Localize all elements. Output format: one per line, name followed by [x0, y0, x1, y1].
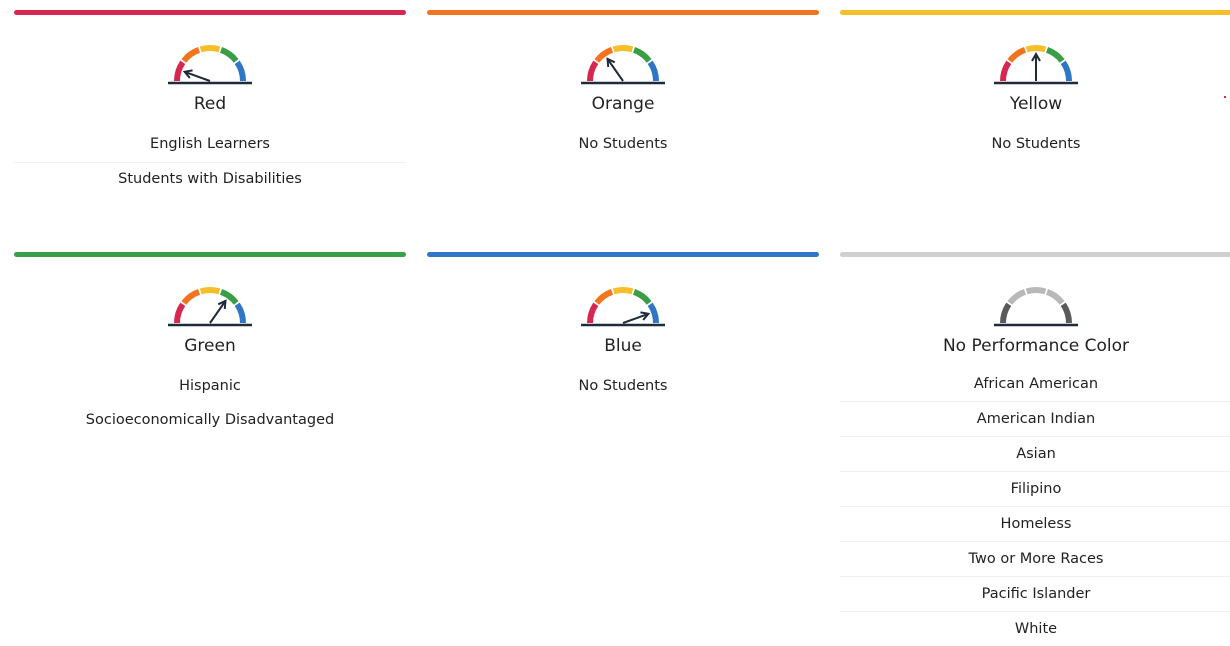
performance-level-title: Yellow: [1009, 94, 1063, 114]
student-group-list: English Learners Students with Disabilit…: [14, 135, 406, 197]
gauge-segment: [1060, 60, 1072, 82]
student-group-item: Hispanic: [179, 378, 241, 394]
student-group-item: No Students: [578, 136, 668, 152]
performance-level-title: Blue: [604, 336, 642, 356]
gauge-segment: [1000, 60, 1012, 82]
performance-level-title: Orange: [591, 94, 655, 114]
student-group-item: Pacific Islander: [840, 577, 1230, 612]
student-group-item: Socioeconomically Disadvantaged: [85, 412, 335, 428]
student-group-item: Asian: [840, 437, 1230, 472]
gauge-segment: [612, 45, 634, 53]
performance-level-title: No Performance Color: [942, 336, 1130, 356]
gauge-segment: [234, 60, 246, 82]
performance-gauge-icon: [994, 45, 1078, 85]
student-group-item: American Indian: [840, 402, 1230, 437]
student-group-item: No Students: [991, 136, 1081, 152]
gauge-segment: [1025, 287, 1047, 295]
gauge-segment: [1060, 302, 1072, 324]
gauge-segment: [174, 60, 186, 82]
gauge-segment: [174, 302, 186, 324]
scan-speck: [1224, 96, 1226, 98]
performance-gauge-icon: [168, 287, 252, 327]
gauge-segment: [199, 287, 221, 295]
color-bar: [427, 10, 819, 15]
student-group-item: English Learners: [14, 135, 406, 163]
student-group-item: African American: [840, 375, 1230, 402]
student-group-item: Two or More Races: [840, 542, 1230, 577]
performance-gauge-icon: [168, 45, 252, 85]
student-group-item: Students with Disabilities: [118, 171, 302, 187]
gauge-segment: [1007, 289, 1027, 305]
gauge-segment: [1000, 302, 1012, 324]
gauge-segment: [1007, 47, 1027, 63]
gauge-segment: [587, 60, 599, 82]
gauge-segment: [1025, 45, 1047, 53]
card-orange: Orange No Students: [427, 10, 819, 162]
student-group-item: Filipino: [840, 472, 1230, 507]
color-bar: [14, 10, 406, 15]
student-group-item: Homeless: [840, 507, 1230, 542]
performance-gauge-icon: [581, 45, 665, 85]
gauge-segment: [234, 302, 246, 324]
gauge-segment: [181, 289, 201, 305]
student-group-list: No Students: [840, 135, 1230, 162]
gauge-segment: [219, 47, 239, 63]
gauge-needle: [209, 300, 227, 324]
gauge-segment: [1045, 289, 1065, 305]
student-group-list: African American American Indian Asian F…: [840, 375, 1230, 646]
gauge-needle: [606, 58, 624, 82]
performance-level-title: Green: [184, 336, 236, 356]
student-group-list: No Students: [427, 377, 819, 404]
gauge-segment: [199, 45, 221, 53]
card-red: Red English Learners Students with Disab…: [14, 10, 406, 197]
color-bar: [427, 252, 819, 257]
gauge-segment: [612, 287, 634, 295]
color-bar: [840, 252, 1230, 257]
student-group-list: Hispanic Socioeconomically Disadvantaged: [14, 377, 406, 438]
gauge-segment: [632, 47, 652, 63]
student-group-item: No Students: [578, 378, 668, 394]
student-group-item: White: [1014, 621, 1058, 637]
card-blue: Blue No Students: [427, 252, 819, 404]
gray-gauge-icon: [994, 287, 1078, 327]
gauge-segment: [1045, 47, 1065, 63]
gauge-segment: [632, 289, 652, 305]
color-bar: [840, 10, 1230, 15]
gauge-segment: [587, 302, 599, 324]
gauge-segment: [647, 302, 659, 324]
card-no-performance-color: No Performance Color African American Am…: [840, 252, 1230, 646]
student-group-list: No Students: [427, 135, 819, 162]
color-bar: [14, 252, 406, 257]
gauge-segment: [594, 289, 614, 305]
card-yellow: Yellow No Students: [840, 10, 1230, 162]
gauge-segment: [647, 60, 659, 82]
gauge-segment: [181, 47, 201, 63]
performance-gauge-icon: [581, 287, 665, 327]
card-green: Green Hispanic Socioeconomically Disadva…: [14, 252, 406, 438]
performance-level-title: Red: [193, 94, 227, 114]
